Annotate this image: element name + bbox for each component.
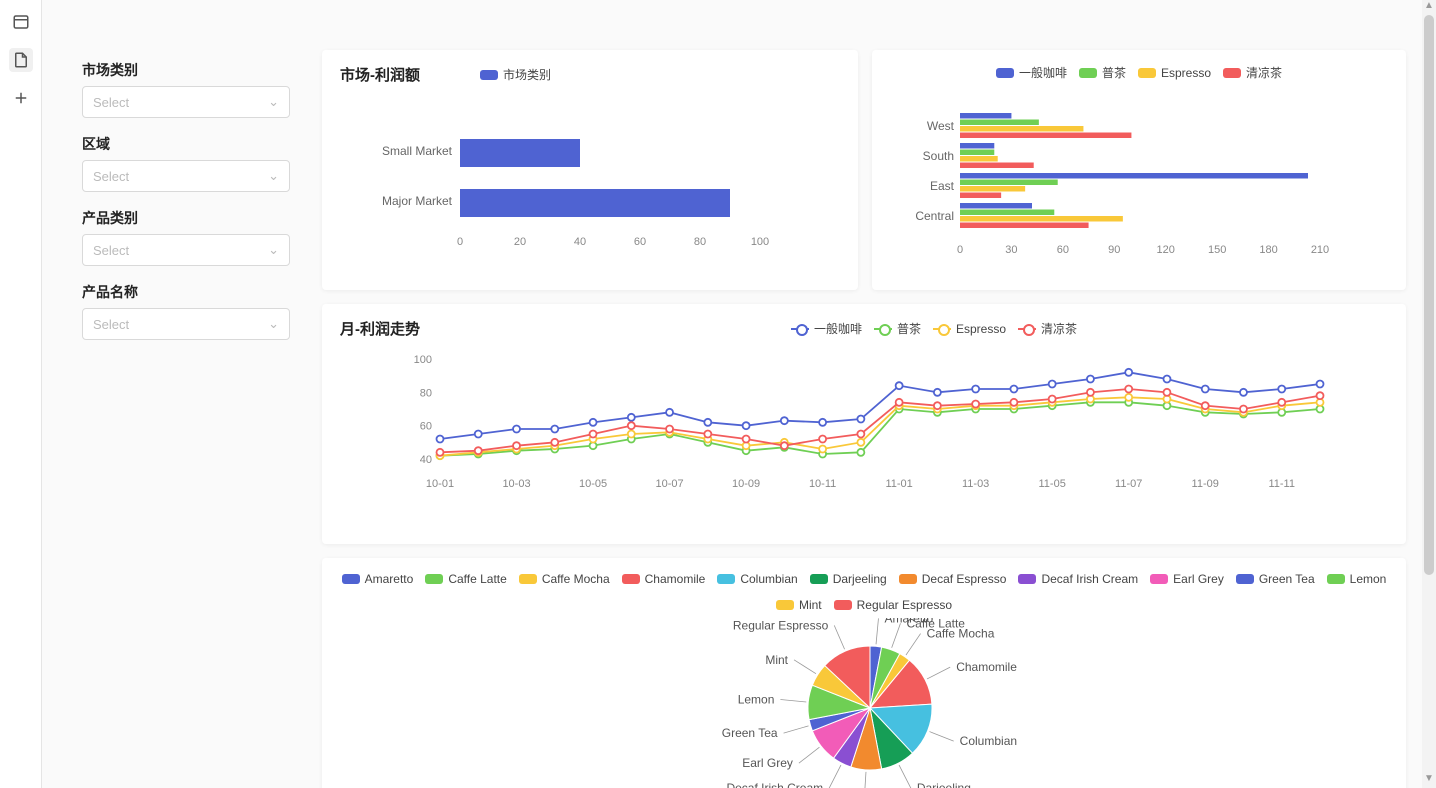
select-placeholder: Select (93, 317, 129, 332)
svg-text:60: 60 (1057, 244, 1069, 256)
svg-text:Central: Central (915, 209, 954, 223)
svg-text:Earl Grey: Earl Grey (742, 756, 793, 770)
svg-text:10-01: 10-01 (426, 478, 454, 490)
svg-text:40: 40 (420, 454, 432, 466)
svg-text:Darjeeling: Darjeeling (917, 781, 971, 788)
svg-text:11-05: 11-05 (1039, 478, 1066, 490)
svg-text:11-11: 11-11 (1268, 478, 1295, 490)
chart-legend: AmarettoCaffe LatteCaffe MochaChamomileC… (340, 572, 1388, 612)
chart-product-pie: AmarettoCaffe LatteCaffe MochaChamomileC… (322, 558, 1406, 788)
svg-text:180: 180 (1259, 244, 1277, 256)
chart-month-trend: 月-利润走势 一般咖啡普茶Espresso清凉茶 40 60 80 100 10-01 1… (322, 304, 1406, 544)
svg-text:20: 20 (514, 236, 526, 248)
svg-text:Lemon: Lemon (738, 693, 775, 707)
scroll-thumb[interactable] (1424, 15, 1434, 575)
filter-label: 产品名称 (82, 282, 290, 302)
svg-text:80: 80 (420, 387, 432, 399)
svg-text:40: 40 (574, 236, 586, 248)
svg-text:Chamomile: Chamomile (956, 660, 1017, 674)
svg-text:120: 120 (1157, 244, 1175, 256)
filter-label: 区域 (82, 134, 290, 154)
filter-select-market-category[interactable]: Select ⌄ (82, 86, 290, 118)
svg-text:Columbian: Columbian (960, 734, 1017, 748)
filter-select-product-category[interactable]: Select ⌄ (82, 234, 290, 266)
filter-product-name: 产品名称 Select ⌄ (82, 282, 290, 340)
chevron-down-icon: ⌄ (268, 94, 279, 110)
filter-label: 市场类别 (82, 60, 290, 80)
filter-product-category: 产品类别 Select ⌄ (82, 208, 290, 266)
bar-chart: 0 20 40 60 80 100 Small Market Major Market (340, 85, 840, 275)
chart-title: 月-利润走势 (340, 318, 420, 339)
file-icon[interactable] (9, 48, 33, 72)
svg-text:11-07: 11-07 (1115, 478, 1142, 490)
svg-text:10-09: 10-09 (732, 478, 760, 490)
content: 市场类别 Select ⌄ 区域 Select ⌄ 产品类别 Select ⌄ … (42, 0, 1436, 788)
svg-text:100: 100 (414, 354, 432, 366)
svg-text:60: 60 (420, 421, 432, 433)
svg-text:0: 0 (957, 244, 963, 256)
chevron-down-icon: ⌄ (268, 242, 279, 258)
line-chart: 40 60 80 100 10-01 10-03 10-05 10-07 10-09 10-11 1… (340, 339, 1360, 529)
svg-text:100: 100 (751, 236, 769, 248)
svg-text:80: 80 (694, 236, 706, 248)
chart-region-profit: 一般咖啡普茶Espresso清凉茶 0 30 60 90 120 150 180 210 Wes… (872, 50, 1406, 290)
select-placeholder: Select (93, 243, 129, 258)
svg-text:10-11: 10-11 (809, 478, 836, 490)
svg-text:Small Market: Small Market (382, 144, 453, 158)
add-icon[interactable] (9, 86, 33, 110)
svg-text:11-03: 11-03 (962, 478, 989, 490)
filter-select-product-name[interactable]: Select ⌄ (82, 308, 290, 340)
svg-text:10-03: 10-03 (502, 478, 530, 490)
dashboard: 市场-利润额 市场类别 0 20 40 60 80 100 Small Market Majo… (312, 0, 1436, 788)
svg-text:11-09: 11-09 (1192, 478, 1219, 490)
chevron-down-icon: ⌄ (268, 316, 279, 332)
svg-text:Major Market: Major Market (382, 194, 453, 208)
panel-icon[interactable] (9, 10, 33, 34)
select-placeholder: Select (93, 95, 129, 110)
svg-text:Regular Espresso: Regular Espresso (733, 618, 829, 632)
svg-text:10-05: 10-05 (579, 478, 607, 490)
chevron-down-icon: ⌄ (268, 168, 279, 184)
svg-text:Decaf Irish Cream: Decaf Irish Cream (726, 781, 823, 788)
svg-text:150: 150 (1208, 244, 1226, 256)
filter-panel: 市场类别 Select ⌄ 区域 Select ⌄ 产品类别 Select ⌄ … (42, 0, 312, 788)
filter-label: 产品类别 (82, 208, 290, 228)
svg-text:30: 30 (1005, 244, 1017, 256)
svg-text:10-07: 10-07 (655, 478, 683, 490)
chart-title: 市场-利润额 (340, 64, 420, 85)
svg-text:Mint: Mint (765, 653, 788, 667)
filter-select-region[interactable]: Select ⌄ (82, 160, 290, 192)
svg-text:East: East (930, 179, 955, 193)
chart-legend: 一般咖啡普茶Espresso清凉茶 (480, 320, 1388, 337)
chart-legend: 一般咖啡普茶Espresso清凉茶 (890, 64, 1388, 81)
svg-text:Caffe Mocha: Caffe Mocha (927, 627, 995, 641)
vertical-scrollbar[interactable]: ▲ ▼ (1422, 0, 1436, 788)
svg-text:0: 0 (457, 236, 463, 248)
svg-text:11-01: 11-01 (885, 478, 912, 490)
svg-text:60: 60 (634, 236, 646, 248)
svg-text:Green Tea: Green Tea (722, 726, 778, 740)
left-rail (0, 0, 42, 788)
svg-text:West: West (927, 119, 955, 133)
filter-market-category: 市场类别 Select ⌄ (82, 60, 290, 118)
svg-text:90: 90 (1108, 244, 1120, 256)
pie-chart: AmarettoCaffe LatteCaffe MochaChamomileC… (340, 618, 1360, 788)
svg-text:South: South (923, 149, 954, 163)
chart-market-profit: 市场-利润额 市场类别 0 20 40 60 80 100 Small Market Majo… (322, 50, 858, 290)
select-placeholder: Select (93, 169, 129, 184)
chart-legend: 市场类别 (480, 66, 551, 83)
svg-text:210: 210 (1311, 244, 1329, 256)
filter-region: 区域 Select ⌄ (82, 134, 290, 192)
grouped-bar-chart: 0 30 60 90 120 150 180 210 West South East Central (890, 81, 1370, 271)
